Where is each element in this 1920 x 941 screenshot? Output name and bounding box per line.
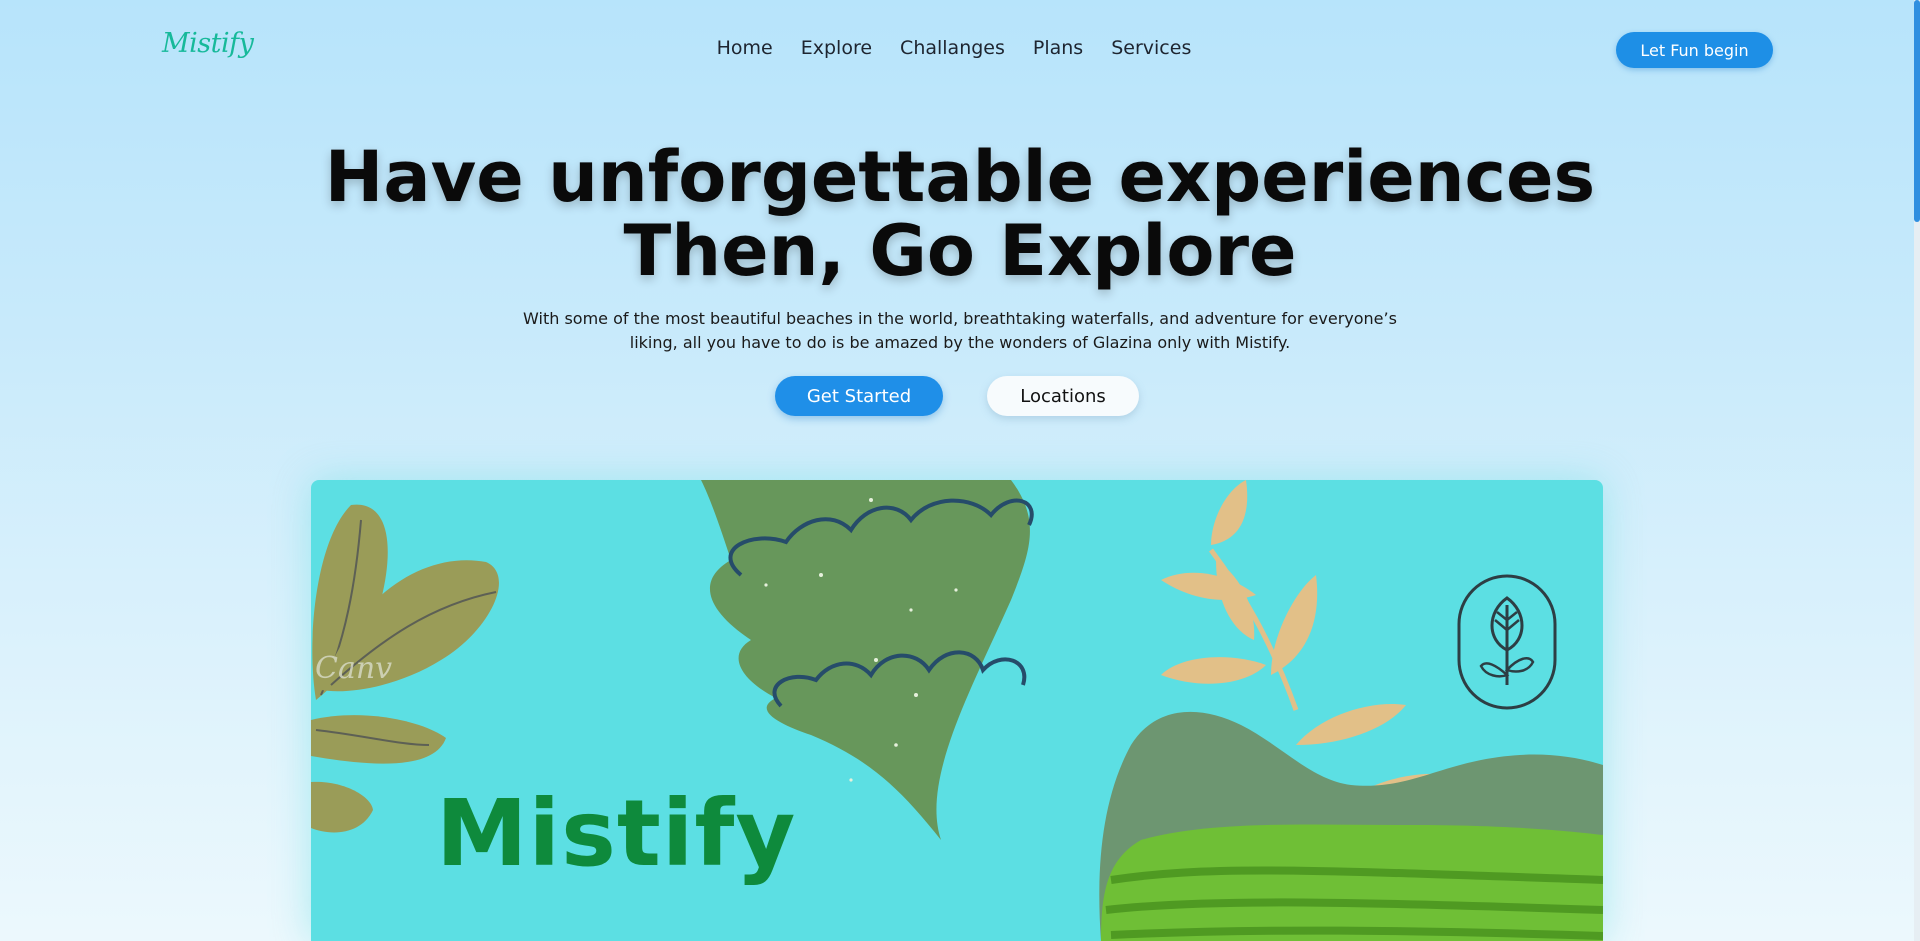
nav-link-plans[interactable]: Plans <box>1033 37 1083 59</box>
banner-brand-word: Mistify <box>436 780 797 887</box>
get-started-button[interactable]: Get Started <box>775 376 943 416</box>
nav-link-challanges[interactable]: Challanges <box>900 37 1005 59</box>
hero-banner-image: Canv Mistify <box>311 480 1603 941</box>
locations-button[interactable]: Locations <box>987 376 1139 416</box>
hero-title-line-1: Have unforgettable experiences <box>324 136 1596 218</box>
nav-link-home[interactable]: Home <box>717 37 773 59</box>
nav-link-explore[interactable]: Explore <box>801 37 872 59</box>
leaf-emblem-icon <box>1457 574 1557 710</box>
tea-field-photo <box>1099 711 1603 941</box>
let-fun-begin-button[interactable]: Let Fun begin <box>1616 32 1773 68</box>
scrollbar-thumb[interactable] <box>1914 0 1920 222</box>
hero-title: Have unforgettable experiences Then, Go … <box>0 140 1920 288</box>
watermark-text: Canv <box>315 651 392 686</box>
hero-subtitle: With some of the most beautiful beaches … <box>523 309 1397 352</box>
nav-links: Home Explore Challanges Plans Services <box>717 37 1192 59</box>
hero-title-line-2: Then, Go Explore <box>623 210 1297 292</box>
page-scrollbar[interactable] <box>1914 0 1920 941</box>
nav-link-services[interactable]: Services <box>1111 37 1191 59</box>
